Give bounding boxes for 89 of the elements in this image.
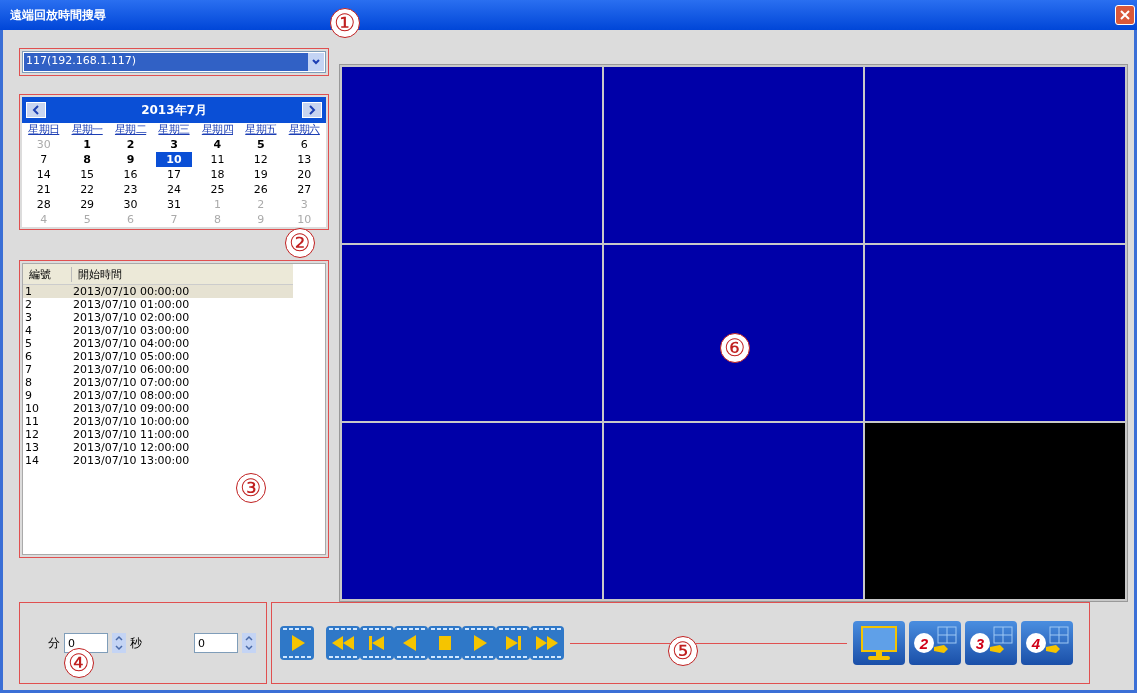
calendar-day[interactable]: 31	[152, 197, 196, 212]
chevron-left-icon	[32, 105, 40, 115]
calendar-day[interactable]: 17	[152, 167, 196, 182]
device-dropdown[interactable]: 117(192.168.1.117)	[22, 51, 326, 73]
grid-view-button[interactable]: 2	[909, 621, 961, 665]
seconds-field[interactable]: 0	[194, 633, 238, 653]
calendar-day[interactable]: 6	[282, 137, 326, 152]
calendar-day[interactable]: 28	[22, 197, 66, 212]
video-cell[interactable]	[603, 423, 864, 599]
grid-view-button[interactable]: 4	[1021, 621, 1073, 665]
record-row[interactable]: 11 2013/07/10 10:00:00	[23, 415, 293, 428]
calendar-day[interactable]: 24	[152, 182, 196, 197]
calendar-day[interactable]: 9	[108, 152, 153, 167]
calendar-day[interactable]: 25	[195, 182, 240, 197]
video-cell[interactable]	[342, 67, 602, 243]
record-row[interactable]: 2 2013/07/10 01:00:00	[23, 298, 293, 311]
video-cell[interactable]	[603, 67, 864, 243]
single-view-button[interactable]	[853, 621, 905, 665]
weekday-label: 星期四	[200, 123, 234, 137]
calendar-day[interactable]: 19	[239, 167, 283, 182]
calendar-day[interactable]: 14	[22, 167, 66, 182]
weekday-label: 星期六	[287, 123, 321, 137]
calendar-day[interactable]: 22	[65, 182, 109, 197]
window-title: 遠端回放時間搜尋	[10, 6, 106, 24]
rewind-button[interactable]	[326, 626, 360, 660]
video-cell[interactable]	[342, 423, 602, 599]
calendar-day[interactable]: 18	[195, 167, 240, 182]
record-row[interactable]: 3 2013/07/10 02:00:00	[23, 311, 293, 324]
record-row[interactable]: 12 2013/07/10 11:00:00	[23, 428, 293, 441]
weekday-label: 星期五	[244, 123, 278, 137]
video-cell[interactable]	[865, 245, 1125, 421]
calendar-day[interactable]: 23	[108, 182, 153, 197]
grid-view-button[interactable]: 3	[965, 621, 1017, 665]
calendar-day[interactable]: 15	[65, 167, 109, 182]
column-header[interactable]: 編號	[23, 266, 72, 282]
video-cell[interactable]	[865, 67, 1125, 243]
video-cell[interactable]	[342, 245, 602, 421]
close-icon	[1119, 9, 1131, 21]
calendar-day[interactable]: 21	[22, 182, 66, 197]
calendar-day[interactable]: 2	[108, 137, 153, 152]
calendar-day[interactable]: 3	[152, 137, 196, 152]
month-title: 2013年7月	[141, 101, 207, 119]
weekday-label: 星期一	[70, 123, 104, 137]
spinner-icon[interactable]	[242, 633, 256, 653]
weekday-label: 星期日	[27, 123, 61, 137]
rewind-icon	[326, 626, 360, 660]
calendar-day[interactable]: 7	[22, 152, 66, 167]
minutes-label: 分	[48, 634, 60, 652]
calendar-day[interactable]: 4	[195, 137, 240, 152]
calendar-day[interactable]: 8	[65, 152, 109, 167]
forward-button[interactable]	[530, 626, 564, 660]
seconds-label: 秒	[130, 634, 142, 652]
weekday-label: 星期二	[113, 123, 148, 137]
record-row[interactable]: 7 2013/07/10 06:00:00	[23, 363, 293, 376]
calendar-day[interactable]: 16	[108, 167, 153, 182]
column-header[interactable]: 開始時間	[72, 266, 122, 282]
play-icon	[280, 626, 314, 660]
calendar-day[interactable]: 29	[65, 197, 109, 212]
calendar-day[interactable]: 5	[239, 137, 283, 152]
calendar-day[interactable]: 26	[239, 182, 283, 197]
record-row[interactable]: 10 2013/07/10 09:00:00	[23, 402, 293, 415]
spinner-icon[interactable]	[112, 633, 126, 653]
calendar-day[interactable]: 11	[195, 152, 240, 167]
video-cell[interactable]	[603, 245, 864, 421]
weekday-label: 星期三	[157, 123, 191, 137]
calendar-day[interactable]: 12	[239, 152, 283, 167]
chevron-down-icon	[311, 58, 321, 66]
calendar-day[interactable]: 1	[65, 137, 109, 152]
next-month-button[interactable]	[302, 102, 322, 118]
record-row[interactable]: 8 2013/07/10 07:00:00	[23, 376, 293, 389]
record-row[interactable]: 14 2013/07/10 13:00:00	[23, 454, 293, 467]
record-row[interactable]: 6 2013/07/10 05:00:00	[23, 350, 293, 363]
forward-icon	[530, 626, 564, 660]
calendar-day[interactable]: 13	[282, 152, 326, 167]
calendar-day[interactable]: 20	[282, 167, 326, 182]
chevron-right-icon	[308, 105, 316, 115]
record-row[interactable]: 1 2013/07/10 00:00:00	[23, 285, 293, 298]
video-cell[interactable]	[865, 423, 1125, 599]
close-button[interactable]	[1115, 5, 1135, 25]
record-row[interactable]: 5 2013/07/10 04:00:00	[23, 337, 293, 350]
record-row[interactable]: 9 2013/07/10 08:00:00	[23, 389, 293, 402]
calendar-day[interactable]: 30	[108, 197, 153, 212]
record-row[interactable]: 13 2013/07/10 12:00:00	[23, 441, 293, 454]
minutes-field[interactable]: 0	[64, 633, 108, 653]
calendar-day[interactable]: 10	[156, 152, 192, 167]
calendar-day[interactable]: 27	[282, 182, 326, 197]
previous-month-button[interactable]	[26, 102, 46, 118]
play-button[interactable]	[280, 626, 314, 660]
record-row[interactable]: 4 2013/07/10 03:00:00	[23, 324, 293, 337]
